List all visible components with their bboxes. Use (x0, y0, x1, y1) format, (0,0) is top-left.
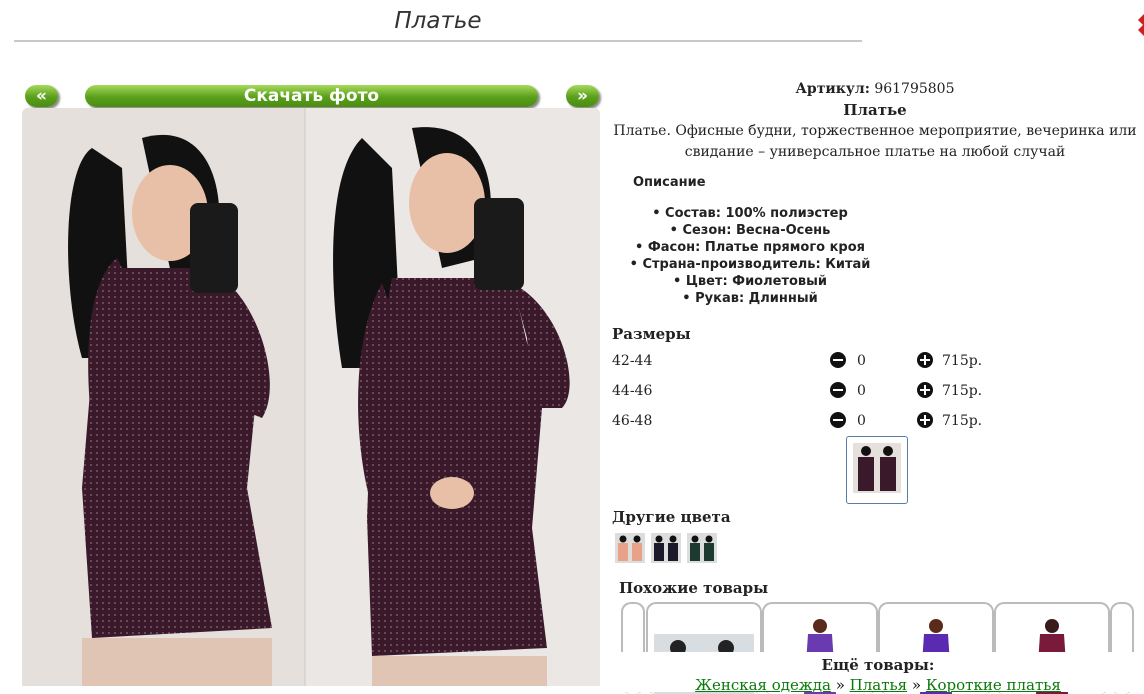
color-thumbnail[interactable] (615, 533, 645, 563)
size-price: 715р. (942, 353, 983, 369)
spec-item: Сезон: Весна-Осень (612, 222, 888, 239)
other-colors-heading: Другие цвета (612, 508, 731, 526)
size-row: 42-44 0 715р. (612, 351, 1132, 373)
article-label: Артикул: (795, 81, 870, 97)
spec-list: Состав: 100% полиэстер Сезон: Весна-Осен… (612, 205, 888, 307)
color-thumbnail[interactable] (687, 533, 717, 563)
size-quantity: 0 (857, 413, 866, 429)
more-products-bar: Ещё товары: Женская одежда » Платья » Ко… (612, 652, 1144, 694)
breadcrumb: Женская одежда » Платья » Короткие плать… (612, 676, 1144, 694)
size-quantity: 0 (857, 353, 866, 369)
spec-item: Цвет: Фиолетовый (612, 273, 888, 290)
spec-item: Страна-производитель: Китай (612, 256, 888, 273)
close-icon[interactable] (1136, 10, 1144, 40)
plus-icon[interactable] (917, 382, 933, 398)
minus-icon[interactable] (830, 412, 846, 428)
spec-item: Фасон: Платье прямого кроя (612, 239, 888, 256)
breadcrumb-link[interactable]: Платья (850, 676, 907, 694)
size-price: 715р. (942, 413, 983, 429)
plus-icon[interactable] (917, 412, 933, 428)
spec-item: Состав: 100% полиэстер (612, 205, 888, 222)
similar-heading: Похожие товары (619, 579, 769, 597)
breadcrumb-separator: » (911, 676, 922, 694)
minus-icon[interactable] (830, 352, 846, 368)
more-products-heading: Ещё товары: (821, 656, 935, 674)
plus-icon[interactable] (917, 352, 933, 368)
breadcrumb-link[interactable]: Короткие платья (926, 676, 1061, 694)
product-photo[interactable] (22, 108, 600, 686)
download-photo-button[interactable]: Скачать фото (85, 85, 538, 107)
spec-item: Рукав: Длинный (612, 290, 888, 307)
size-label: 42-44 (612, 353, 653, 369)
product-name: Платье (843, 101, 907, 119)
size-quantity: 0 (857, 383, 866, 399)
page-title: Платье (14, 8, 862, 42)
photo-thumbnail[interactable] (846, 436, 908, 504)
minus-icon[interactable] (830, 382, 846, 398)
size-price: 715р. (942, 383, 983, 399)
color-thumbnail[interactable] (651, 533, 681, 563)
breadcrumb-separator: » (835, 676, 845, 694)
product-description: Платье. Офисные будни, торжественное мер… (613, 123, 1137, 160)
size-label: 44-46 (612, 383, 653, 399)
size-label: 46-48 (612, 413, 653, 429)
article-value: 961795805 (874, 81, 955, 97)
description-heading: Описание (633, 175, 706, 190)
article-row: Артикул: 961795805 (612, 81, 1138, 97)
next-photo-button[interactable]: » (566, 85, 599, 107)
size-row: 46-48 0 715р. (612, 411, 1132, 433)
size-row: 44-46 0 715р. (612, 381, 1132, 403)
prev-photo-button[interactable]: « (25, 85, 58, 107)
breadcrumb-link[interactable]: Женская одежда (695, 676, 831, 694)
sizes-heading: Размеры (612, 325, 691, 343)
